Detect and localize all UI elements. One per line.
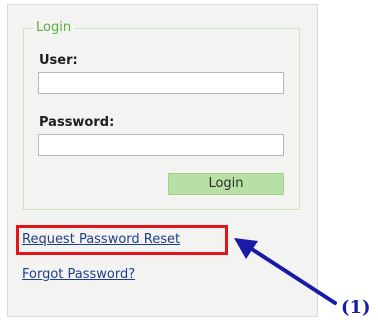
login-screenshot: Login User: Password: Login Request Pass…	[0, 0, 378, 333]
callout-label: (1)	[341, 297, 371, 318]
callout-arrow	[234, 238, 337, 305]
